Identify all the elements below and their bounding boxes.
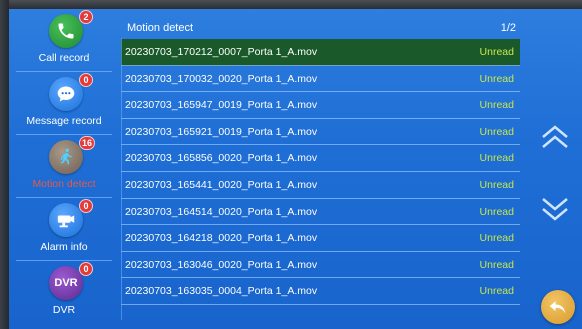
list-item[interactable]: 20230703_165921_0019_Porta 1_A.mov Unrea… <box>121 119 520 146</box>
record-list-panel: Motion detect 1/2 20230703_170212_0007_P… <box>121 18 520 320</box>
status-label: Unread <box>479 46 514 58</box>
alarm-info-badge: 0 <box>79 199 93 213</box>
sidebar-divider <box>16 134 112 135</box>
page-down-button[interactable] <box>537 194 573 224</box>
motion-detect-badge: 16 <box>79 136 96 150</box>
sidebar-item-label: Motion detect <box>32 178 96 190</box>
dvr-icon-text: DVR <box>54 277 78 289</box>
list-item[interactable]: 20230703_164218_0020_Porta 1_A.mov Unrea… <box>121 225 520 252</box>
panel-divider <box>121 38 122 320</box>
motion-icon <box>49 140 83 174</box>
page-up-button[interactable] <box>537 122 573 152</box>
status-label: Unread <box>479 99 514 112</box>
sidebar-item-dvr[interactable]: DVR 0 DVR <box>12 262 116 324</box>
sidebar-item-motion-detect[interactable]: 16 Motion detect <box>12 136 116 198</box>
message-icon <box>49 77 83 111</box>
sidebar-item-label: Call record <box>38 52 90 64</box>
file-name: 20230703_165947_0019_Porta 1_A.mov <box>125 99 318 112</box>
bezel-top <box>0 0 582 9</box>
dvr-badge: 0 <box>79 262 93 276</box>
file-name: 20230703_170212_0007_Porta 1_A.mov <box>125 46 318 58</box>
file-name: 20230703_164514_0020_Porta 1_A.mov <box>125 205 318 218</box>
status-label: Unread <box>479 72 514 85</box>
message-record-badge: 0 <box>79 73 93 87</box>
list-item[interactable]: 20230703_170212_0007_Porta 1_A.mov Unrea… <box>121 39 520 66</box>
camera-icon <box>49 203 83 237</box>
list-header: Motion detect 1/2 <box>121 18 520 38</box>
list-item[interactable]: 20230703_165441_0020_Porta 1_A.mov Unrea… <box>121 172 520 199</box>
sidebar-divider <box>16 197 112 198</box>
sidebar-item-label: DVR <box>52 304 76 316</box>
list-item[interactable]: 20230703_163046_0020_Porta 1_A.mov Unrea… <box>121 252 520 279</box>
double-chevron-down-icon <box>542 198 568 221</box>
list-item[interactable]: 20230703_163035_0004_Porta 1_A.mov Unrea… <box>121 278 520 305</box>
sidebar-divider <box>16 260 112 261</box>
screen: 2 Call record 0 Message record 16 Motion… <box>0 0 582 329</box>
status-label: Unread <box>479 152 514 165</box>
file-name: 20230703_163046_0020_Porta 1_A.mov <box>125 258 318 271</box>
sidebar: 2 Call record 0 Message record 16 Motion… <box>12 10 116 328</box>
call-record-badge: 2 <box>79 10 93 24</box>
status-label: Unread <box>479 285 514 298</box>
sidebar-item-label: Alarm info <box>40 241 88 253</box>
status-label: Unread <box>479 178 514 191</box>
list-item[interactable]: 20230703_165856_0020_Porta 1_A.mov Unrea… <box>121 145 520 172</box>
sidebar-item-message-record[interactable]: 0 Message record <box>12 73 116 135</box>
file-name: 20230703_165856_0020_Porta 1_A.mov <box>125 152 318 165</box>
bezel-left <box>0 0 9 329</box>
sidebar-item-label: Message record <box>26 115 102 127</box>
status-label: Unread <box>479 125 514 138</box>
phone-icon <box>49 14 83 48</box>
list-item[interactable]: 20230703_165947_0019_Porta 1_A.mov Unrea… <box>121 92 520 119</box>
dvr-icon: DVR <box>49 266 83 300</box>
list-item[interactable]: 20230703_164514_0020_Porta 1_A.mov Unrea… <box>121 199 520 226</box>
page-indicator: 1/2 <box>500 22 516 34</box>
sidebar-item-alarm-info[interactable]: 0 Alarm info <box>12 199 116 261</box>
file-name: 20230703_170032_0020_Porta 1_A.mov <box>125 72 318 85</box>
file-name: 20230703_163035_0004_Porta 1_A.mov <box>125 285 318 298</box>
status-label: Unread <box>479 232 514 245</box>
list-title: Motion detect <box>127 22 194 34</box>
file-name: 20230703_165441_0020_Porta 1_A.mov <box>125 178 318 191</box>
file-name: 20230703_164218_0020_Porta 1_A.mov <box>125 232 318 245</box>
back-button[interactable] <box>541 290 575 324</box>
status-label: Unread <box>479 258 514 271</box>
file-name: 20230703_165921_0019_Porta 1_A.mov <box>125 125 318 138</box>
sidebar-divider <box>16 71 112 72</box>
back-arrow-icon <box>549 301 566 314</box>
double-chevron-up-icon <box>542 125 568 148</box>
sidebar-item-call-record[interactable]: 2 Call record <box>12 10 116 72</box>
list-item[interactable]: 20230703_170032_0020_Porta 1_A.mov Unrea… <box>121 66 520 93</box>
status-label: Unread <box>479 205 514 218</box>
record-list: 20230703_170212_0007_Porta 1_A.mov Unrea… <box>121 39 520 305</box>
